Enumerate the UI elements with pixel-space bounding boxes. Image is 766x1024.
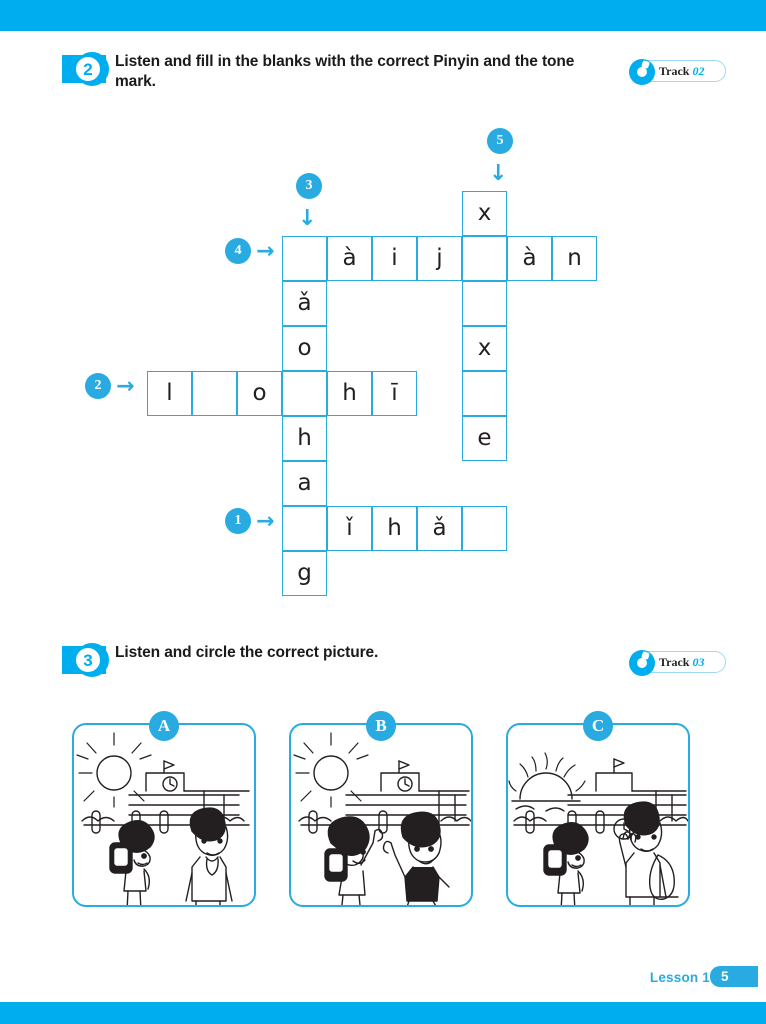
crossword-cell[interactable]: à: [327, 236, 372, 281]
crossword-cell[interactable]: o: [282, 326, 327, 371]
clue-arrow-down-3: ↓: [298, 206, 317, 231]
track-badge-03[interactable]: Track 03: [629, 650, 726, 676]
section-number-3: 3: [73, 645, 103, 675]
cd-gap: [641, 651, 650, 660]
crossword-cell[interactable]: [282, 506, 327, 551]
illustration-c: [508, 752, 688, 905]
crossword-cell[interactable]: ī: [372, 371, 417, 416]
crossword-cell[interactable]: à: [507, 236, 552, 281]
section-number-badge-3: 3: [62, 643, 114, 677]
crossword-cell[interactable]: [462, 236, 507, 281]
clue-number-1: 1: [225, 508, 251, 534]
illustration-b: [293, 732, 471, 905]
crossword-cell[interactable]: e: [462, 416, 507, 461]
section-title-3: Listen and circle the correct picture.: [115, 644, 379, 661]
crossword-cell[interactable]: h: [372, 506, 417, 551]
clue-number-2: 2: [85, 373, 111, 399]
crossword-cell[interactable]: x: [462, 191, 507, 236]
crossword-cell[interactable]: o: [237, 371, 282, 416]
track-label-3: Track 03: [659, 655, 704, 670]
track-word-3: Track: [659, 655, 690, 669]
illustration-a: [76, 732, 250, 905]
crossword-cell[interactable]: n: [552, 236, 597, 281]
crossword-cell[interactable]: j: [417, 236, 462, 281]
footer-page-number: 5: [710, 966, 758, 987]
crossword-cell[interactable]: h: [282, 416, 327, 461]
crossword-cell[interactable]: [192, 371, 237, 416]
clue-number-3: 3: [296, 173, 322, 199]
crossword-cell[interactable]: l: [147, 371, 192, 416]
crossword-cell[interactable]: i: [372, 236, 417, 281]
clue-arrow-across-4: →: [256, 239, 275, 264]
clue-number-5: 5: [487, 128, 513, 154]
crossword-cell[interactable]: [462, 371, 507, 416]
crossword-cell[interactable]: x: [462, 326, 507, 371]
cd-disc-icon: [629, 650, 655, 676]
picture-option-a[interactable]: [72, 723, 256, 907]
picture-option-b[interactable]: [289, 723, 473, 907]
crossword-cell[interactable]: [282, 236, 327, 281]
crossword-cell[interactable]: ǐ: [327, 506, 372, 551]
clue-arrow-down-5: ↓: [489, 161, 508, 186]
page-bottom-bar: [0, 1002, 766, 1024]
crossword-cell[interactable]: ǎ: [417, 506, 462, 551]
crossword-cell[interactable]: a: [282, 461, 327, 506]
picture-option-c[interactable]: [506, 723, 690, 907]
footer-lesson-label: Lesson 1: [649, 970, 710, 985]
crossword-cell[interactable]: h: [327, 371, 372, 416]
picture-label-b: B: [366, 711, 396, 741]
clue-number-4: 4: [225, 238, 251, 264]
crossword-cell[interactable]: [462, 506, 507, 551]
crossword-cell[interactable]: [282, 371, 327, 416]
clue-arrow-across-2: →: [116, 374, 135, 399]
picture-label-a: A: [149, 711, 179, 741]
crossword-cell[interactable]: [462, 281, 507, 326]
clue-arrow-across-1: →: [256, 509, 275, 534]
track-number-3: 03: [692, 655, 705, 669]
crossword-puzzle[interactable]: x à i j à n ǎ o x l o h ī h e a ǐ h ǎ g 5 ↓ 3 ↓ 4 → 2 → 1 →: [0, 0, 766, 620]
picture-label-c: C: [583, 711, 613, 741]
crossword-cell[interactable]: ǎ: [282, 281, 327, 326]
crossword-cell[interactable]: g: [282, 551, 327, 596]
